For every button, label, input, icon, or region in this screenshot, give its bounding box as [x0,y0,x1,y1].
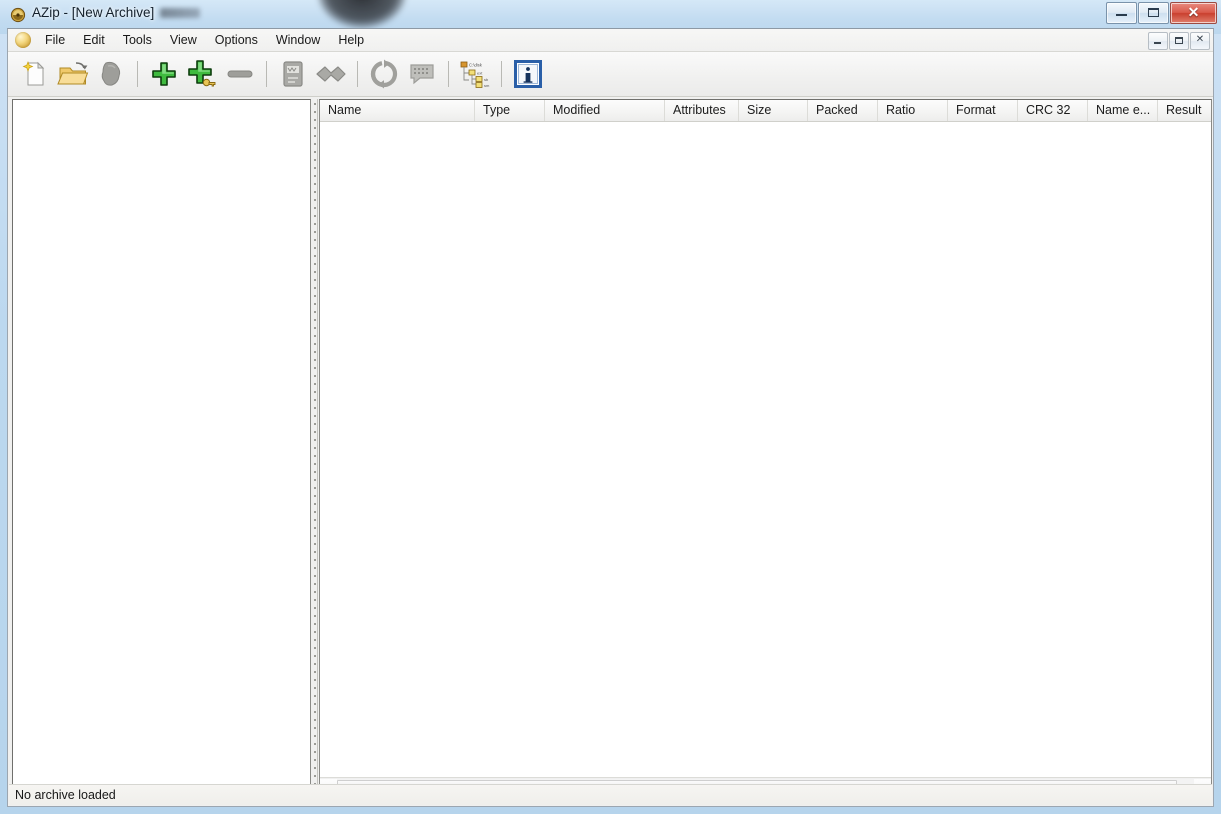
extract-to-button[interactable] [312,55,350,93]
menu-item-edit[interactable]: Edit [74,30,114,51]
minimize-button[interactable] [1106,2,1137,24]
info-button[interactable] [509,55,547,93]
column-header-result[interactable]: Result [1158,100,1211,121]
column-header-type[interactable]: Type [475,100,545,121]
toolbar-separator-4 [448,61,449,87]
plus-key-icon [188,60,216,87]
delete-files-button[interactable] [221,55,259,93]
column-header-format[interactable]: Format [948,100,1018,121]
minimize-icon [1116,14,1127,16]
minus-icon [227,70,253,78]
open-folder-icon [57,62,89,85]
svg-text:sm: sm [484,83,490,88]
column-header-packed[interactable]: Packed [808,100,878,121]
column-header-modified[interactable]: Modified [545,100,665,121]
info-icon [514,60,542,88]
file-list-header: Name Type Modified Attributes Size Packe… [320,100,1211,122]
application-window: AZip - [New Archive] ✕ File Edit Tools V… [0,0,1221,814]
add-files-options-button[interactable] [183,55,221,93]
menu-item-tools[interactable]: Tools [114,30,161,51]
svg-text:C:\disk: C:\disk [469,63,483,68]
mdi-minimize-icon [1154,42,1161,44]
tree-view-icon: C:\disk ext sb sm [460,61,490,88]
title-bar[interactable]: AZip - [New Archive] ✕ [0,0,1221,28]
plus-icon [152,62,176,86]
window-title: AZip - [New Archive] [32,5,155,20]
column-header-name-enc[interactable]: Name e... [1088,100,1158,121]
menu-item-help[interactable]: Help [329,30,373,51]
pane-splitter[interactable] [313,99,318,799]
splitter-line [317,99,318,799]
status-text: No archive loaded [15,788,116,802]
file-list-body[interactable] [320,122,1211,776]
mdi-restore-down-button[interactable] [1148,32,1168,50]
mdi-close-icon: ✕ [1195,34,1205,45]
extract-to-icon [316,66,346,82]
column-header-size[interactable]: Size [739,100,808,121]
maximize-icon [1148,8,1159,17]
mdi-restore-icon [1175,37,1183,44]
menu-item-file[interactable]: File [36,30,74,51]
close-button[interactable]: ✕ [1170,2,1217,24]
file-list-pane[interactable]: Name Type Modified Attributes Size Packe… [319,99,1212,799]
close-archive-button[interactable] [92,55,130,93]
menu-item-options[interactable]: Options [206,30,267,51]
test-archive-button[interactable] [403,55,441,93]
column-header-attributes[interactable]: Attributes [665,100,739,121]
toolbar-separator-5 [501,61,502,87]
toolbar-separator-2 [266,61,267,87]
add-files-button[interactable] [145,55,183,93]
main-toolbar: C:\disk ext sb sm [8,52,1213,97]
close-icon: ✕ [1187,4,1200,20]
menu-bar: File Edit Tools View Options Window Help… [8,29,1213,52]
extract-button[interactable] [274,55,312,93]
azip-app-icon [10,7,26,23]
mdi-maximize-button[interactable] [1169,32,1189,50]
column-header-name[interactable]: Name [320,100,475,121]
column-header-crc32[interactable]: CRC 32 [1018,100,1088,121]
status-bar: No archive loaded [9,784,1212,805]
menu-item-view[interactable]: View [161,30,206,51]
mdi-client-area: File Edit Tools View Options Window Help… [7,28,1214,807]
shape-icon [101,61,121,86]
new-document-icon [22,61,45,86]
splitter-grip [314,103,316,795]
refresh-icon [370,59,398,89]
open-archive-button[interactable] [54,55,92,93]
mdi-system-menu-icon[interactable] [15,32,31,48]
test-archive-icon [410,64,434,85]
maximize-button[interactable] [1138,2,1169,24]
column-header-ratio[interactable]: Ratio [878,100,948,121]
mdi-close-button[interactable]: ✕ [1190,32,1210,50]
refresh-button[interactable] [365,55,403,93]
svg-text:ext: ext [477,71,483,76]
toolbar-separator-1 [137,61,138,87]
window-controls: ✕ [1105,2,1217,24]
folder-tree-pane[interactable] [12,99,311,790]
mdi-window-controls: ✕ [1147,32,1210,50]
toolbar-separator-3 [357,61,358,87]
extract-icon [283,61,303,87]
svg-text:sb: sb [484,77,489,82]
new-archive-button[interactable] [16,55,54,93]
tree-view-button[interactable]: C:\disk ext sb sm [456,55,494,93]
menu-item-window[interactable]: Window [267,30,329,51]
